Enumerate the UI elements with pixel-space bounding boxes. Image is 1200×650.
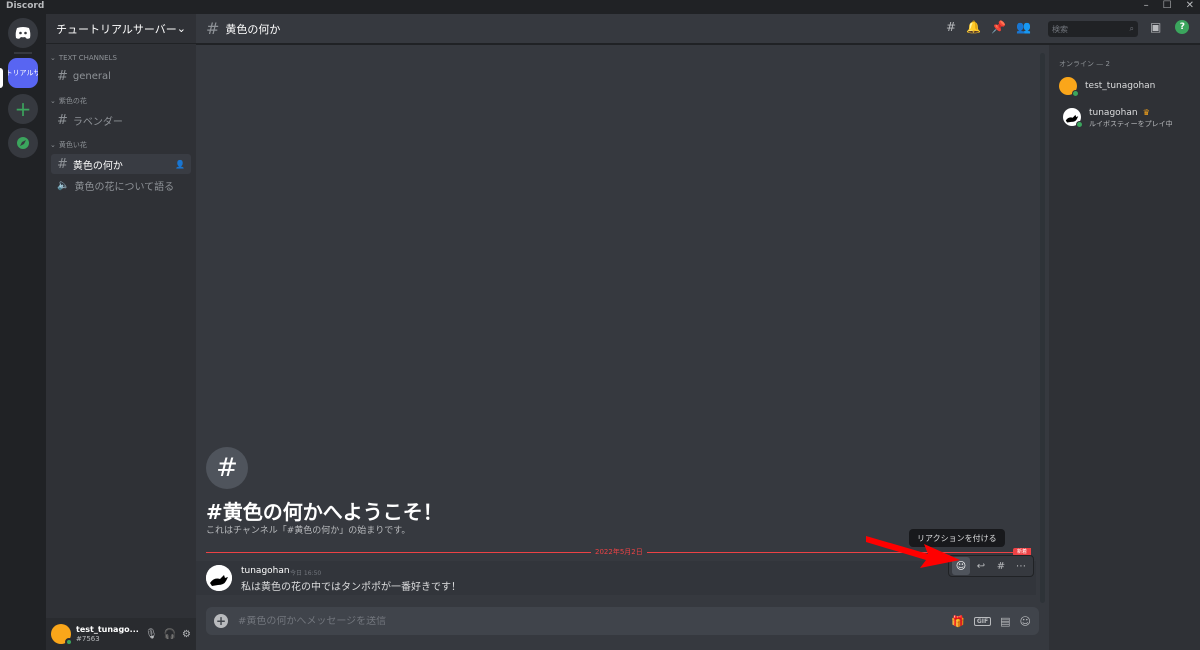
active-server-indicator xyxy=(0,68,3,88)
member-list-icon[interactable]: 👥 xyxy=(1016,20,1031,34)
category-purple-flowers[interactable]: ⌄ 紫色の花 xyxy=(50,96,196,106)
chat-header: # 黄色の何か # 🔔 📌 👥 検索 ⌕ ▣ ? xyxy=(196,14,1200,44)
search-icon: ⌕ xyxy=(1129,24,1134,33)
avatar[interactable] xyxy=(206,565,232,591)
member-category: オンライン — 2 xyxy=(1059,60,1110,68)
hash-icon: # xyxy=(206,19,220,38)
chevron-icon: ⌄ xyxy=(50,141,56,149)
server-rail: トリアルサ + xyxy=(0,14,46,650)
headphones-icon[interactable]: 🎧 xyxy=(164,629,176,640)
welcome-title: #黄色の何かへようこそ！ xyxy=(206,500,443,524)
channel-yellow-something[interactable]: # 黄色の何か 👤 xyxy=(51,154,191,174)
member-name: tunagohan xyxy=(1089,107,1138,118)
message-composer: + 🎁 GIF ▤ ☺ xyxy=(206,607,1039,635)
user-panel: test_tunago... #7563 🎙 🎧 ⚙ xyxy=(46,618,196,650)
gift-icon[interactable]: 🎁 xyxy=(951,615,965,628)
channel-lavender[interactable]: # ラベンダー xyxy=(51,110,191,130)
chevron-icon: ⌄ xyxy=(50,54,56,62)
search-input[interactable]: 検索 ⌕ xyxy=(1048,21,1138,37)
server-tutorial[interactable]: トリアルサ xyxy=(8,58,38,88)
server-name: チュートリアルサーバー xyxy=(56,22,177,36)
online-status-icon xyxy=(1076,121,1083,128)
rail-separator xyxy=(14,52,32,54)
hash-icon: # xyxy=(57,156,68,172)
user-tag: #7563 xyxy=(76,635,100,643)
scrollbar[interactable] xyxy=(1040,53,1045,603)
annotation-arrow-icon xyxy=(866,536,960,568)
bell-icon[interactable]: 🔔 xyxy=(966,20,981,34)
message-timestamp: 今日 16:50 xyxy=(290,570,322,577)
sticker-icon[interactable]: ▤ xyxy=(1000,615,1010,628)
online-status-icon xyxy=(1072,90,1079,97)
cat-avatar-icon xyxy=(206,565,232,591)
welcome-subtitle: これはチャンネル「#黄色の何か」の始まりです。 xyxy=(206,526,411,536)
member-activity: ルイボスティーをプレイ中 xyxy=(1089,119,1173,128)
channel-sidebar: チュートリアルサーバー ⌄ ⌄ TEXT CHANNELS # general ⌄ 紫… xyxy=(46,14,196,650)
help-icon[interactable]: ? xyxy=(1175,20,1190,34)
add-member-icon[interactable]: 👤 xyxy=(175,160,185,169)
online-status-icon xyxy=(65,638,73,646)
chevron-down-icon: ⌄ xyxy=(176,22,186,35)
hash-icon: # xyxy=(57,112,68,128)
crown-icon: ♛ xyxy=(1142,107,1150,117)
create-thread-icon[interactable]: # xyxy=(992,557,1010,575)
channel-general[interactable]: # general xyxy=(51,66,191,86)
avatar[interactable] xyxy=(51,624,73,646)
emoji-icon[interactable]: ☺ xyxy=(1020,615,1031,628)
member-item[interactable]: tunagohan ♛ ルイボスティーをプレイ中 xyxy=(1059,103,1190,128)
channel-title: 黄色の何か xyxy=(225,22,281,36)
inbox-icon[interactable]: ▣ xyxy=(1150,20,1161,34)
discord-logo-icon xyxy=(15,27,31,39)
user-name: test_tunago... xyxy=(76,625,139,634)
avatar xyxy=(1063,108,1083,128)
voice-channel-yellow-talk[interactable]: 🔈 黄色の花について語る xyxy=(51,175,191,195)
minimize-icon[interactable]: – xyxy=(1144,0,1149,11)
category-text-channels[interactable]: ⌄ TEXT CHANNELS xyxy=(50,54,196,62)
message-input[interactable] xyxy=(238,615,952,627)
threads-icon[interactable]: # xyxy=(946,20,956,34)
hash-icon: # xyxy=(57,68,68,84)
member-list: オンライン — 2 test_tunagohan tunagohan ♛ ルイボ… xyxy=(1049,45,1200,650)
close-icon[interactable]: ✕ xyxy=(1186,0,1194,11)
divider-date: 2022年5月2日 xyxy=(591,547,647,557)
avatar xyxy=(1059,77,1079,97)
maximize-icon[interactable]: ☐ xyxy=(1163,0,1172,11)
category-yellow-flowers[interactable]: ⌄ 黄色い花 xyxy=(50,140,196,150)
message-author[interactable]: tunagohan xyxy=(241,566,290,576)
speaker-icon: 🔈 xyxy=(57,179,70,191)
server-header[interactable]: チュートリアルサーバー ⌄ xyxy=(46,14,196,44)
window-controls: – ☐ ✕ xyxy=(1144,0,1194,11)
compass-icon xyxy=(17,137,29,149)
gear-icon[interactable]: ⚙ xyxy=(182,629,191,640)
member-name: test_tunagohan xyxy=(1085,81,1156,91)
reply-icon[interactable]: ↩ xyxy=(972,557,990,575)
member-item[interactable]: test_tunagohan xyxy=(1059,75,1190,97)
plus-icon: + xyxy=(14,97,32,121)
chevron-icon: ⌄ xyxy=(50,97,56,105)
microphone-icon[interactable]: 🎙 xyxy=(145,629,158,640)
channel-hash-icon: # xyxy=(206,447,248,489)
home-button[interactable] xyxy=(8,18,38,48)
gif-icon[interactable]: GIF xyxy=(973,616,992,626)
upload-plus-icon[interactable]: + xyxy=(214,614,228,628)
message-content: 私は黄色の花の中ではタンポポが一番好きです！ xyxy=(241,582,461,593)
window-titlebar: Discord – ☐ ✕ xyxy=(0,0,1200,14)
pin-icon[interactable]: 📌 xyxy=(991,20,1006,34)
more-options-icon[interactable]: ⋯ xyxy=(1012,557,1030,575)
add-server-button[interactable]: + xyxy=(8,94,38,124)
explore-servers-button[interactable] xyxy=(8,128,38,158)
app-title: Discord xyxy=(6,1,45,11)
